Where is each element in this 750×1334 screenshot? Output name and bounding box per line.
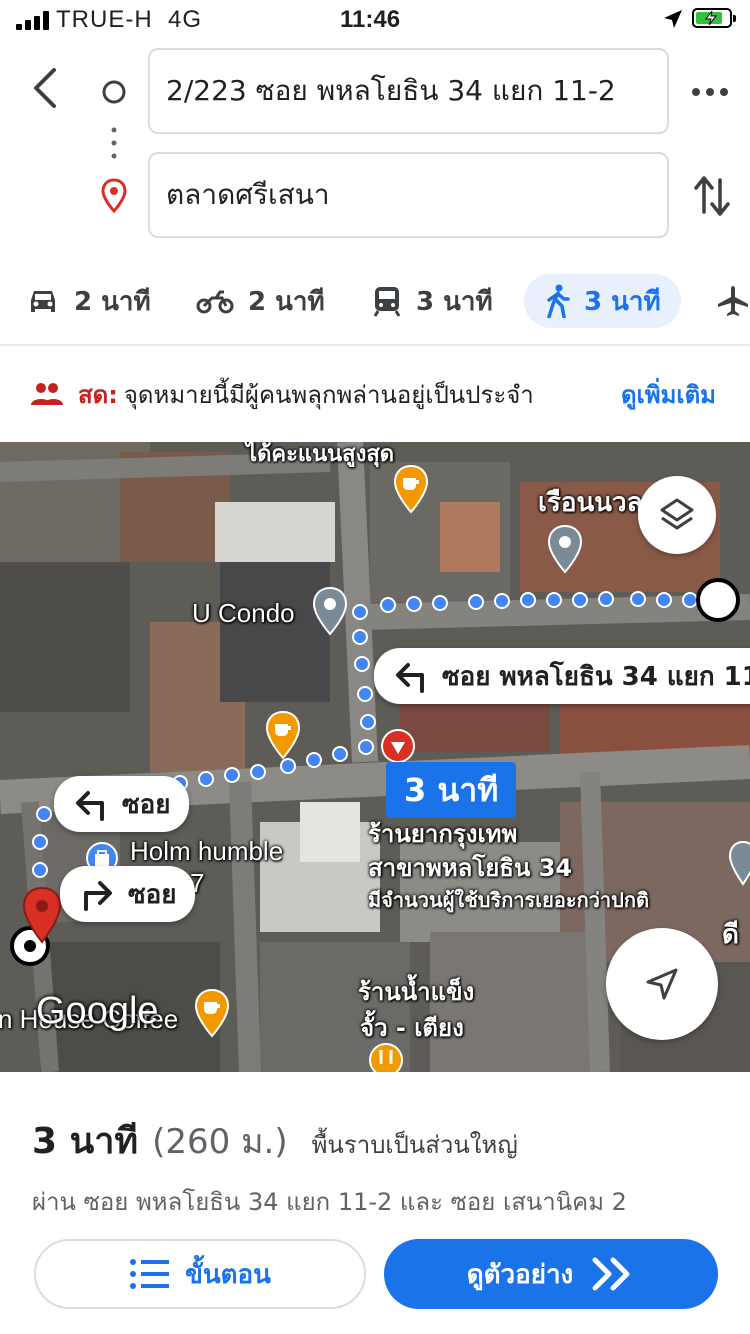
layers-button[interactable] [638, 476, 716, 554]
duration-badge[interactable]: 3 นาที [386, 762, 517, 818]
steps-label: ขั้นตอน [185, 1259, 271, 1290]
mode-tab-motorcycle[interactable]: 2 นาที [196, 274, 325, 328]
walk-icon [547, 284, 570, 318]
origin-field[interactable]: 2/223 ซอย พหลโยธิน 34 แยก 11-2 [148, 48, 669, 134]
mode-tab-car[interactable]: 2 นาที [26, 274, 151, 328]
layers-icon [660, 498, 694, 530]
destination-pin-icon [101, 178, 127, 214]
pharmacy-pin-icon[interactable] [380, 728, 416, 764]
map-label-ucondo: U Condo [192, 598, 295, 628]
cafe-pin-icon[interactable] [194, 988, 230, 1038]
flight-icon [718, 286, 748, 316]
mode-tab-flight[interactable] [716, 274, 750, 328]
status-bar: TRUE-H 4G 11:46 [0, 0, 750, 40]
origin-marker-icon [696, 578, 740, 622]
double-chevron-right-icon [592, 1257, 630, 1291]
navigation-arrow-icon [646, 968, 678, 1000]
place-pin-icon[interactable] [728, 840, 750, 886]
motorcycle-icon [196, 290, 234, 314]
turn-callout-right-label: ซอย [128, 879, 177, 910]
crowd-message: จุดหมายนี้มีผู้คนพลุกพล่านอยู่เป็นประจำ [123, 380, 534, 409]
map-label-holm: Holm humble [130, 836, 284, 866]
transit-icon [373, 287, 401, 317]
map-label: ดี [722, 920, 739, 950]
people-icon [31, 383, 63, 405]
turn-callout-left[interactable]: ซอย [54, 776, 189, 832]
route-duration: 3 นาที [32, 1121, 139, 1162]
turn-callout-main[interactable]: ซอย พหลโยธิน 34 แยก 11 [374, 648, 750, 704]
signal-icon [16, 10, 49, 30]
clock: 11:46 [340, 6, 401, 33]
route-dots-icon [111, 127, 117, 159]
origin-circle-icon [102, 80, 126, 104]
mode-tab-transit[interactable]: 3 นาที [372, 274, 493, 328]
route-distance: (260 ม.) [152, 1122, 288, 1162]
turn-left-icon [76, 791, 104, 821]
ucondo-pin-icon[interactable] [312, 586, 348, 636]
route-terrain: พื้นราบเป็นส่วนใหญ่ [311, 1131, 518, 1159]
map-label-ice-shop: ร้านน้ำแข็ง [358, 978, 475, 1006]
map-label-busy: มีจำนวนผู้ใช้บริการเยอะกว่าปกติ [368, 888, 649, 912]
map-label-ice-shop-name: จั้ว - เตียง [360, 1014, 464, 1042]
swap-icon[interactable] [692, 172, 732, 220]
car-icon [31, 291, 55, 312]
live-label: สด: [78, 380, 118, 409]
mode-walk-label: 3 นาที [584, 286, 661, 317]
preview-button[interactable]: ดูตัวอย่าง [384, 1239, 718, 1309]
destination-marker-icon [10, 886, 62, 966]
see-more-link[interactable]: ดูเพิ่มเติม [621, 375, 716, 414]
route-via: ผ่าน ซอย พหลโยธิน 34 แยก 11-2 และ ซอย เส… [32, 1188, 627, 1216]
preview-label: ดูตัวอย่าง [466, 1259, 574, 1290]
google-logo: Google [36, 990, 159, 1032]
steps-button[interactable]: ขั้นตอน [34, 1239, 366, 1309]
map-label-pharmacy-branch: สาขาพหลโยธิน 34 [368, 854, 573, 882]
divider [0, 344, 750, 346]
cafe-pin-icon[interactable] [265, 710, 301, 760]
turn-right-icon [84, 881, 112, 911]
map-view[interactable]: ได้คะแนนสูงสุด เรือนนวล U Condo Holm hum… [0, 442, 750, 1072]
battery-icon [692, 8, 736, 28]
map-label: ได้คะแนนสูงสุด [246, 442, 395, 467]
turn-callout-right[interactable]: ซอย [60, 866, 195, 922]
back-arrow-icon[interactable] [28, 66, 64, 110]
crowd-notice: สด: จุดหมายนี้มีผู้คนพลุกพล่านอยู่เป็นปร… [30, 372, 730, 416]
cafe-pin-icon[interactable] [393, 464, 429, 514]
mode-car-label: 2 นาที [74, 286, 151, 317]
mode-motorcycle-label: 2 นาที [248, 286, 325, 317]
more-options-icon[interactable] [690, 80, 730, 104]
place-pin-icon[interactable] [547, 524, 583, 574]
turn-callout-left-label: ซอย [122, 789, 171, 820]
route-summary-line: 3 นาที (260 ม.) พื้นราบเป็นส่วนใหญ่ [32, 1112, 518, 1169]
mode-tab-walk[interactable]: 3 นาที [524, 274, 681, 328]
location-arrow-icon [664, 10, 682, 28]
my-location-button[interactable] [606, 928, 718, 1040]
list-icon [130, 1259, 170, 1289]
turn-left-icon [396, 663, 424, 693]
mode-transit-label: 3 นาที [416, 286, 493, 317]
destination-field[interactable]: ตลาดศรีเสนา [148, 152, 669, 238]
turn-callout-main-label: ซอย พหลโยธิน 34 แยก 11 [442, 661, 750, 692]
map-label: เรือนนวล [538, 488, 643, 518]
carrier-label: TRUE-H 4G [56, 6, 203, 33]
